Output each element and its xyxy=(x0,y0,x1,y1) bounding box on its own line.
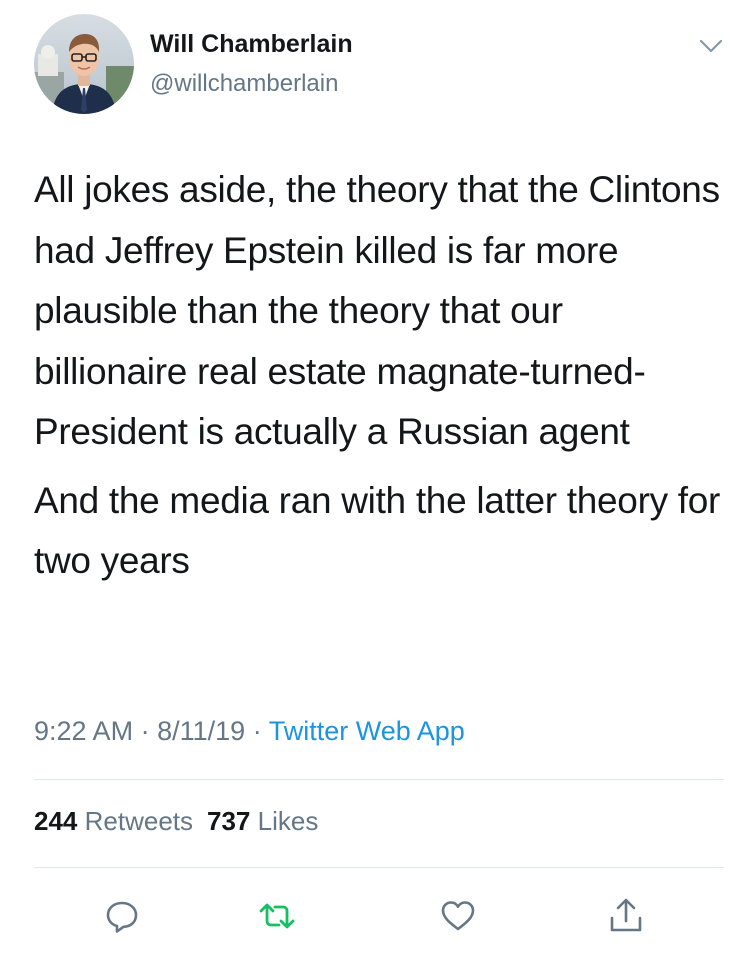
meta-separator: · xyxy=(252,716,262,746)
action-bar xyxy=(0,888,750,944)
tweet-text: All jokes aside, the theory that the Cli… xyxy=(34,160,724,592)
retweets-stat[interactable]: 244 Retweets xyxy=(34,806,193,836)
tweet-source-link[interactable]: Twitter Web App xyxy=(269,716,465,746)
tweet-meta: 9:22 AM · 8/11/19 · Twitter Web App xyxy=(34,716,465,747)
tweet-paragraph: All jokes aside, the theory that the Cli… xyxy=(34,169,720,452)
tweet-stats: 244 Retweets 737 Likes xyxy=(34,806,318,837)
avatar[interactable] xyxy=(34,14,134,114)
retweet-icon[interactable] xyxy=(255,894,299,938)
heart-icon[interactable] xyxy=(436,894,480,938)
chevron-down-icon[interactable] xyxy=(698,36,724,56)
likes-stat[interactable]: 737 Likes xyxy=(207,806,318,836)
tweet-date[interactable]: 8/11/19 xyxy=(157,716,245,746)
author-name[interactable]: Will Chamberlain xyxy=(150,30,353,59)
divider xyxy=(34,867,724,868)
tweet-paragraph: And the media ran with the latter theory… xyxy=(34,479,721,582)
likes-label: Likes xyxy=(257,806,319,836)
avatar-photo xyxy=(34,14,134,114)
tweet-time[interactable]: 9:22 AM xyxy=(34,716,133,746)
tweet-header: Will Chamberlain @willchamberlain xyxy=(34,14,724,124)
reply-icon[interactable] xyxy=(100,894,144,938)
share-icon[interactable] xyxy=(604,894,648,938)
divider xyxy=(34,779,724,780)
retweets-count: 244 xyxy=(34,806,78,836)
author-handle[interactable]: @willchamberlain xyxy=(150,70,338,98)
likes-count: 737 xyxy=(207,806,251,836)
meta-separator: · xyxy=(140,716,150,746)
retweets-label: Retweets xyxy=(84,806,194,836)
